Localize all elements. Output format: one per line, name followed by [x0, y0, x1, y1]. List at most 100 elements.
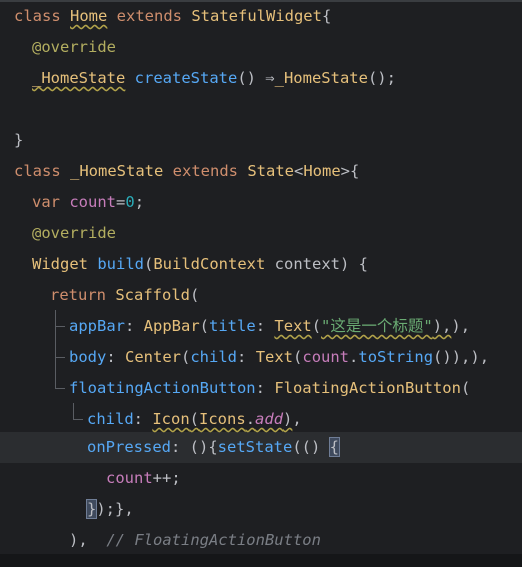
code-token: createState [125, 69, 238, 87]
code-token: FloatingActionButton [274, 379, 461, 397]
code-token: BuildContext [153, 255, 266, 273]
code-token: extends [107, 7, 192, 25]
code-line[interactable]: });}, [0, 494, 134, 525]
code-token: Center [125, 348, 181, 366]
code-token: : [237, 348, 256, 366]
code-token: add [255, 410, 284, 428]
code-token: );}, [96, 500, 134, 518]
code-token: AppBar [143, 317, 200, 335]
code-token: { [321, 7, 332, 25]
code-token: . [349, 348, 359, 366]
code-line[interactable]: floatingActionButton: FloatingActionButt… [0, 373, 470, 404]
code-line[interactable] [0, 94, 14, 125]
code-line[interactable]: @override [0, 32, 116, 63]
code-line[interactable]: _HomeState createState() ⇒_HomeState(); [0, 63, 396, 94]
code-token: : [106, 348, 125, 366]
code-line[interactable]: class _HomeState extends State<Home>{ [0, 156, 359, 187]
code-token: { [328, 437, 341, 457]
code-token: body [69, 348, 107, 366]
code-line[interactable]: count++; [0, 463, 181, 494]
code-token: _HomeState [70, 162, 164, 180]
code-token: , [292, 410, 302, 428]
code-token: ( [460, 379, 471, 397]
code-token: floatingActionButton [69, 379, 256, 397]
code-line[interactable]: class Home extends StatefulWidget{ [0, 1, 331, 32]
code-token: Icon [152, 410, 190, 428]
code-token: // FloatingActionButton [106, 531, 321, 549]
code-token: ; [134, 193, 145, 211]
code-token: ) [283, 410, 293, 428]
code-token: : [255, 317, 275, 335]
code-token: ), [69, 531, 107, 549]
code-line[interactable]: appBar: AppBar(title: Text("这是一个标题"),), [0, 311, 470, 342]
code-token: Scaffold [115, 286, 190, 304]
code-token: setState [217, 438, 293, 456]
code-token: context) { [265, 255, 368, 273]
code-token: Text [274, 317, 312, 335]
code-line[interactable]: ), // FloatingActionButton [0, 525, 321, 556]
code-token: "这是一个标题" [321, 317, 433, 335]
code-token: ( [293, 348, 303, 366]
code-token: ( [199, 317, 210, 335]
code-token: 0 [125, 193, 135, 211]
code-token: . [245, 410, 256, 428]
code-token: extends [163, 162, 248, 180]
code-token: = [116, 193, 126, 211]
code-line[interactable]: return Scaffold( [0, 280, 199, 311]
code-token: < [294, 162, 304, 180]
code-token: : [255, 379, 275, 397]
code-editor[interactable]: class Home extends StatefulWidget{ @over… [0, 0, 522, 567]
code-token: ( [311, 317, 322, 335]
code-line[interactable]: body: Center(child: Text(count.toString(… [0, 342, 489, 373]
code-token: count [69, 193, 116, 211]
code-token: count [302, 348, 350, 366]
code-token: (); [367, 69, 396, 87]
code-token: Widget [32, 255, 88, 273]
code-token: ), [432, 317, 452, 335]
code-token: title [209, 317, 256, 335]
code-token: ++; [152, 469, 181, 487]
code-token: var [32, 193, 70, 211]
code-token: count [106, 469, 153, 487]
code-line[interactable]: Widget build(BuildContext context) { [0, 249, 368, 280]
code-token: class [14, 162, 70, 180]
code-token: class [14, 7, 70, 25]
code-line[interactable]: @override [0, 218, 116, 249]
code-token: Icons [199, 410, 246, 428]
code-token: Text [255, 348, 294, 366]
code-token: return [50, 286, 116, 304]
code-token: } [85, 499, 98, 519]
code-line[interactable]: } [0, 125, 23, 156]
code-token: ( [144, 255, 154, 273]
code-token: State [247, 162, 294, 180]
code-token: @override [32, 224, 116, 242]
code-token: @override [32, 38, 116, 56]
code-token: : [125, 317, 144, 335]
code-token: appBar [69, 317, 125, 335]
code-token: Home [303, 162, 341, 180]
code-token: : [133, 410, 153, 428]
code-token: : (){ [171, 438, 218, 456]
code-token: () ⇒ [237, 69, 275, 87]
code-token: toString [358, 348, 434, 366]
code-token: child [190, 348, 238, 366]
code-token: child [87, 410, 134, 428]
code-line[interactable]: child: Icon(Icons.add), [0, 404, 302, 435]
code-token: ( [181, 348, 191, 366]
code-token: StatefulWidget [191, 7, 322, 25]
code-token: build [88, 255, 144, 273]
code-token: } [14, 131, 24, 149]
code-line[interactable]: var count=0; [0, 187, 144, 218]
editor-bottom-border [0, 554, 522, 567]
code-token: _HomeState [274, 69, 368, 87]
code-token: Home [70, 7, 108, 25]
code-token: _HomeState [32, 69, 126, 87]
code-token: (() [292, 438, 330, 456]
code-token: ()),), [433, 348, 490, 366]
code-line[interactable]: onPressed: (){setState(() { [0, 432, 341, 463]
code-token: >{ [340, 162, 360, 180]
code-token: ), [451, 317, 471, 335]
code-token: onPressed [87, 438, 171, 456]
code-token: ( [189, 410, 200, 428]
code-token: ( [189, 286, 200, 304]
